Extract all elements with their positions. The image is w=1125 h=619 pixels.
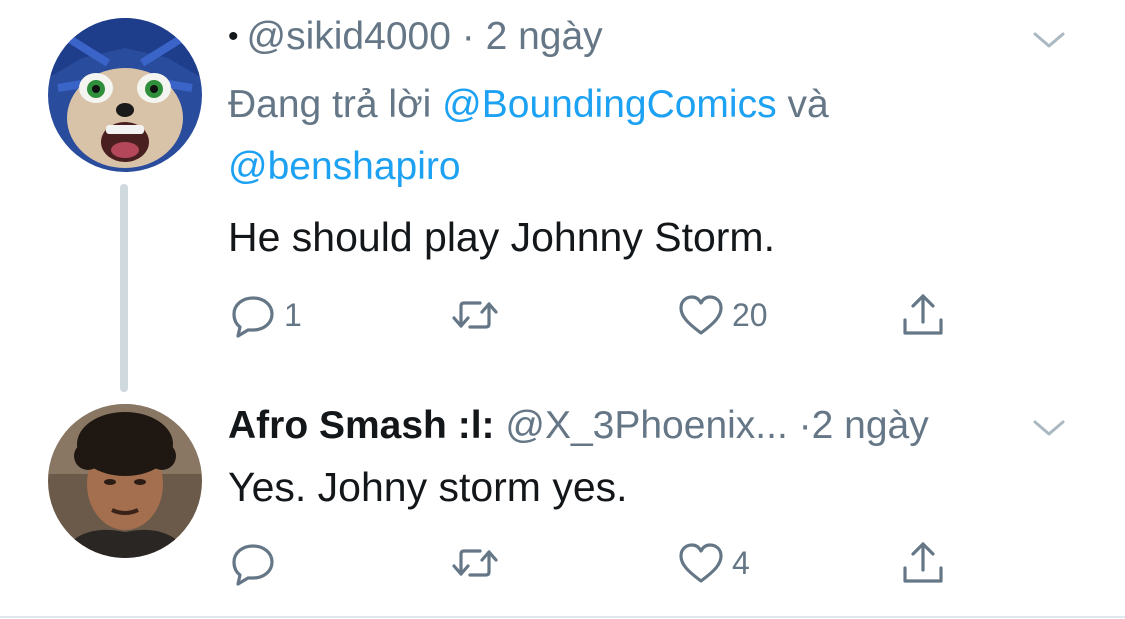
thread-connector-line <box>120 184 128 392</box>
replying-to-label: Đang trả lời <box>228 83 432 126</box>
tweet-header: • @sikid4000 · 2 ngày <box>228 14 603 60</box>
conjunction: và <box>787 83 829 126</box>
chevron-down-icon[interactable] <box>1031 28 1067 52</box>
like-count: 20 <box>732 296 768 333</box>
heart-icon <box>679 543 723 583</box>
tweet-actions: 1 20 <box>228 290 968 340</box>
tweet-text: He should play Johnny Storm. <box>228 214 775 260</box>
replying-to-context: Đang trả lời @BoundingComics và @benshap… <box>228 74 988 198</box>
person-avatar-icon[interactable] <box>48 404 202 558</box>
like-button[interactable]: 4 <box>676 538 750 588</box>
bottom-divider <box>0 616 1125 618</box>
user-handle[interactable]: @X_3Phoenix... <box>505 404 787 447</box>
like-count: 4 <box>732 544 750 581</box>
share-icon <box>903 294 943 335</box>
mention-link[interactable]: @BoundingComics <box>442 83 776 126</box>
tweet-text: Yes. Johny storm yes. <box>228 464 628 510</box>
reply-icon <box>232 544 274 586</box>
reply-icon <box>232 296 274 338</box>
timestamp[interactable]: 2 ngày <box>486 15 603 58</box>
share-button[interactable] <box>898 538 948 588</box>
retweet-button[interactable] <box>450 290 506 340</box>
sonic-avatar-icon[interactable] <box>48 18 202 172</box>
user-handle[interactable]: @sikid4000 <box>247 15 451 58</box>
user-display-name[interactable]: Afro Smash :l: <box>228 404 495 447</box>
reply-count: 1 <box>284 296 302 333</box>
bullet-dot: • <box>228 20 239 53</box>
like-button[interactable]: 20 <box>676 290 768 340</box>
mention-link[interactable]: @benshapiro <box>228 145 461 188</box>
retweet-button[interactable] <box>450 538 506 588</box>
tweet-actions: 4 <box>228 538 968 588</box>
tweet[interactable]: • @sikid4000 · 2 ngày Đang trả lời @Bound… <box>0 0 1125 395</box>
reply-button[interactable]: 1 <box>228 290 302 340</box>
retweet-icon <box>452 301 498 329</box>
timestamp[interactable]: 2 ngày <box>812 404 929 447</box>
retweet-icon <box>452 549 498 577</box>
separator-dot: · <box>461 15 475 58</box>
chevron-down-icon[interactable] <box>1031 416 1067 440</box>
tweet-header: Afro Smash :l: @X_3Phoenix... ·2 ngày <box>228 403 929 449</box>
separator-dot: · <box>798 404 812 447</box>
share-icon <box>903 542 943 583</box>
tweet[interactable]: Afro Smash :l: @X_3Phoenix... ·2 ngày Ye… <box>0 395 1125 617</box>
share-button[interactable] <box>898 290 948 340</box>
heart-icon <box>679 295 723 335</box>
reply-button[interactable] <box>228 538 284 588</box>
